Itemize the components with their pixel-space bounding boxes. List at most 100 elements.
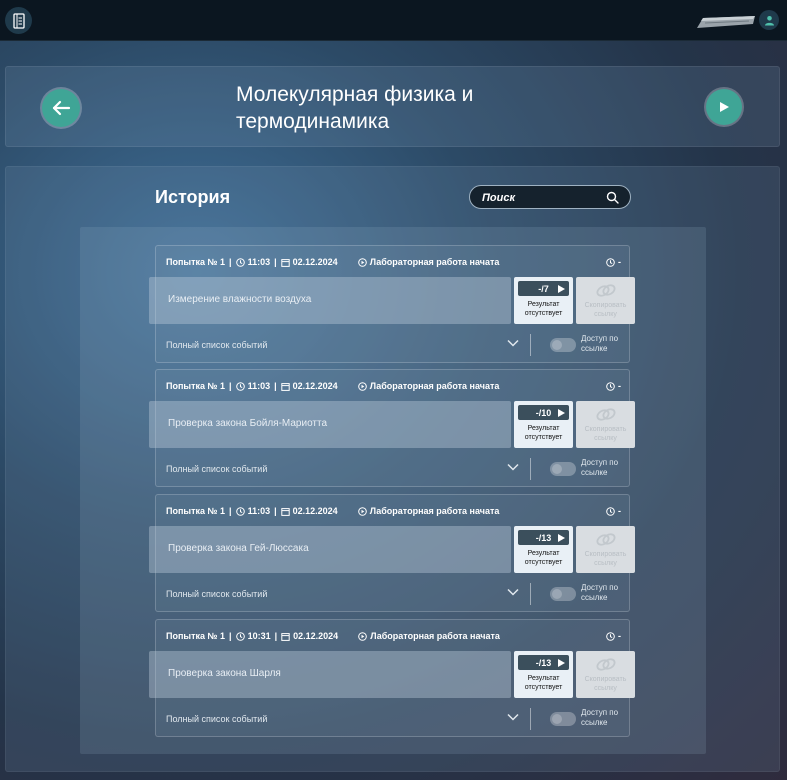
calendar-icon: [280, 382, 290, 391]
copy-link-button[interactable]: Скопировать ссылку: [576, 526, 635, 573]
attempt-status: Лабораторная работа начата: [369, 381, 500, 391]
attempts-list: Попытка № 1 | 11:03 | 02.12.2024 Лаборат…: [80, 227, 706, 754]
attempt-duration: -: [618, 381, 621, 391]
search-input[interactable]: [482, 190, 602, 206]
device-icon: [697, 16, 755, 28]
link-icon: [596, 284, 616, 297]
score-button[interactable]: -/13: [518, 530, 569, 545]
result-text: Результат отсутствует: [524, 550, 563, 566]
attempt-number: Попытка № 1: [166, 381, 226, 391]
attempt-date: 02.12.2024: [292, 506, 338, 516]
access-toggle[interactable]: [550, 338, 576, 352]
chevron-down-icon[interactable]: [507, 588, 519, 596]
result-card: -/13 Результат отсутствует: [514, 526, 573, 573]
lab-name: Проверка закона Бойля-Мариотта: [168, 418, 328, 429]
chevron-down-icon[interactable]: [507, 463, 519, 471]
access-text: Доступ по ссылке: [581, 583, 619, 602]
clock-icon: [606, 381, 615, 391]
clock-icon: [606, 506, 615, 516]
attempt-date: 02.12.2024: [292, 257, 338, 267]
copy-link-button[interactable]: Скопировать ссылку: [576, 651, 635, 698]
divider: [530, 458, 531, 480]
attempt-meta: Попытка № 1 | 11:03 | 02.12.2024 Лаборат…: [166, 381, 621, 391]
play-circle-icon: [357, 257, 367, 267]
chevron-down-icon[interactable]: [507, 713, 519, 721]
play-icon: [558, 409, 565, 417]
history-panel: История Попытка № 1 | 11:03 | 02.12.2024…: [5, 166, 780, 772]
copy-link-text: Скопировать ссылку: [584, 676, 627, 692]
attempt-number: Попытка № 1: [166, 631, 226, 641]
play-icon: [558, 659, 565, 667]
play-button[interactable]: [706, 89, 742, 125]
attempt-duration: -: [618, 257, 621, 267]
link-icon: [596, 658, 616, 671]
events-label[interactable]: Полный список событий: [166, 714, 267, 724]
divider: [530, 708, 531, 730]
play-circle-icon: [357, 381, 367, 391]
chevron-down-icon[interactable]: [507, 339, 519, 347]
attempt-card: Попытка № 1 | 11:03 | 02.12.2024 Лаборат…: [149, 245, 635, 363]
result-text: Результат отсутствует: [524, 425, 563, 441]
attempt-number: Попытка № 1: [166, 257, 226, 267]
attempt-duration: -: [618, 631, 621, 641]
play-icon: [558, 534, 565, 542]
access-toggle[interactable]: [550, 462, 576, 476]
attempt-meta: Попытка № 1 | 11:03 | 02.12.2024 Лаборат…: [166, 257, 621, 267]
search-icon[interactable]: [606, 191, 619, 204]
score-button[interactable]: -/7: [518, 281, 569, 296]
clock-icon: [606, 257, 615, 267]
copy-link-text: Скопировать ссылку: [584, 426, 627, 442]
score-button[interactable]: -/13: [518, 655, 569, 670]
copy-link-button[interactable]: Скопировать ссылку: [576, 277, 635, 324]
attempt-card: Попытка № 1 | 10:31 | 02.12.2024 Лаборат…: [149, 619, 635, 737]
header-panel: Молекулярная физика и термодинамика: [5, 66, 780, 147]
notebook-icon[interactable]: [5, 7, 32, 34]
access-toggle[interactable]: [550, 587, 576, 601]
attempt-time: 11:03: [247, 257, 271, 267]
access-toggle[interactable]: [550, 712, 576, 726]
score-button[interactable]: -/10: [518, 405, 569, 420]
access-text: Доступ по ссылке: [581, 708, 619, 727]
result-card: -/13 Результат отсутствует: [514, 651, 573, 698]
clock-icon: [235, 381, 245, 391]
link-icon: [596, 533, 616, 546]
history-title: История: [155, 187, 231, 207]
attempt-card: Попытка № 1 | 11:03 | 02.12.2024 Лаборат…: [149, 494, 635, 612]
calendar-icon: [280, 258, 290, 267]
events-label[interactable]: Полный список событий: [166, 340, 267, 350]
calendar-icon: [280, 507, 290, 516]
play-circle-icon: [358, 631, 367, 641]
score-value: -/10: [535, 407, 552, 418]
attempt-meta: Попытка № 1 | 10:31 | 02.12.2024 Лаборат…: [166, 631, 621, 641]
attempt-time: 11:03: [247, 381, 271, 391]
events-label[interactable]: Полный список событий: [166, 464, 267, 474]
result-card: -/10 Результат отсутствует: [514, 401, 573, 448]
events-label[interactable]: Полный список событий: [166, 589, 267, 599]
page-title: Молекулярная физика и термодинамика: [236, 83, 474, 133]
attempt-duration: -: [618, 506, 621, 516]
top-bar: [0, 0, 787, 41]
clock-icon: [235, 506, 245, 516]
attempt-status: Лабораторная работа начата: [370, 631, 500, 641]
attempt-date: 02.12.2024: [292, 381, 338, 391]
lab-name-bar[interactable]: Проверка закона Гей-Люссака: [149, 526, 511, 573]
play-circle-icon: [357, 506, 367, 516]
access-text: Доступ по ссылке: [581, 458, 619, 477]
result-card: -/7 Результат отсутствует: [514, 277, 573, 324]
user-icon[interactable]: [759, 10, 779, 30]
lab-name: Измерение влажности воздуха: [168, 294, 312, 305]
copy-link-button[interactable]: Скопировать ссылку: [576, 401, 635, 448]
clock-icon: [235, 257, 245, 267]
lab-name-bar[interactable]: Проверка закона Шарля: [149, 651, 511, 698]
play-icon: [558, 285, 565, 293]
back-button[interactable]: [42, 89, 80, 127]
lab-name-bar[interactable]: Проверка закона Бойля-Мариотта: [149, 401, 511, 448]
attempt-status: Лабораторная работа начата: [369, 506, 500, 516]
score-value: -/7: [538, 283, 549, 294]
arrow-left-icon: [52, 100, 71, 116]
lab-name-bar[interactable]: Измерение влажности воздуха: [149, 277, 511, 324]
search-box[interactable]: [469, 185, 631, 209]
attempt-meta: Попытка № 1 | 11:03 | 02.12.2024 Лаборат…: [166, 506, 621, 516]
attempt-status: Лабораторная работа начата: [369, 257, 500, 267]
attempt-number: Попытка № 1: [166, 506, 226, 516]
